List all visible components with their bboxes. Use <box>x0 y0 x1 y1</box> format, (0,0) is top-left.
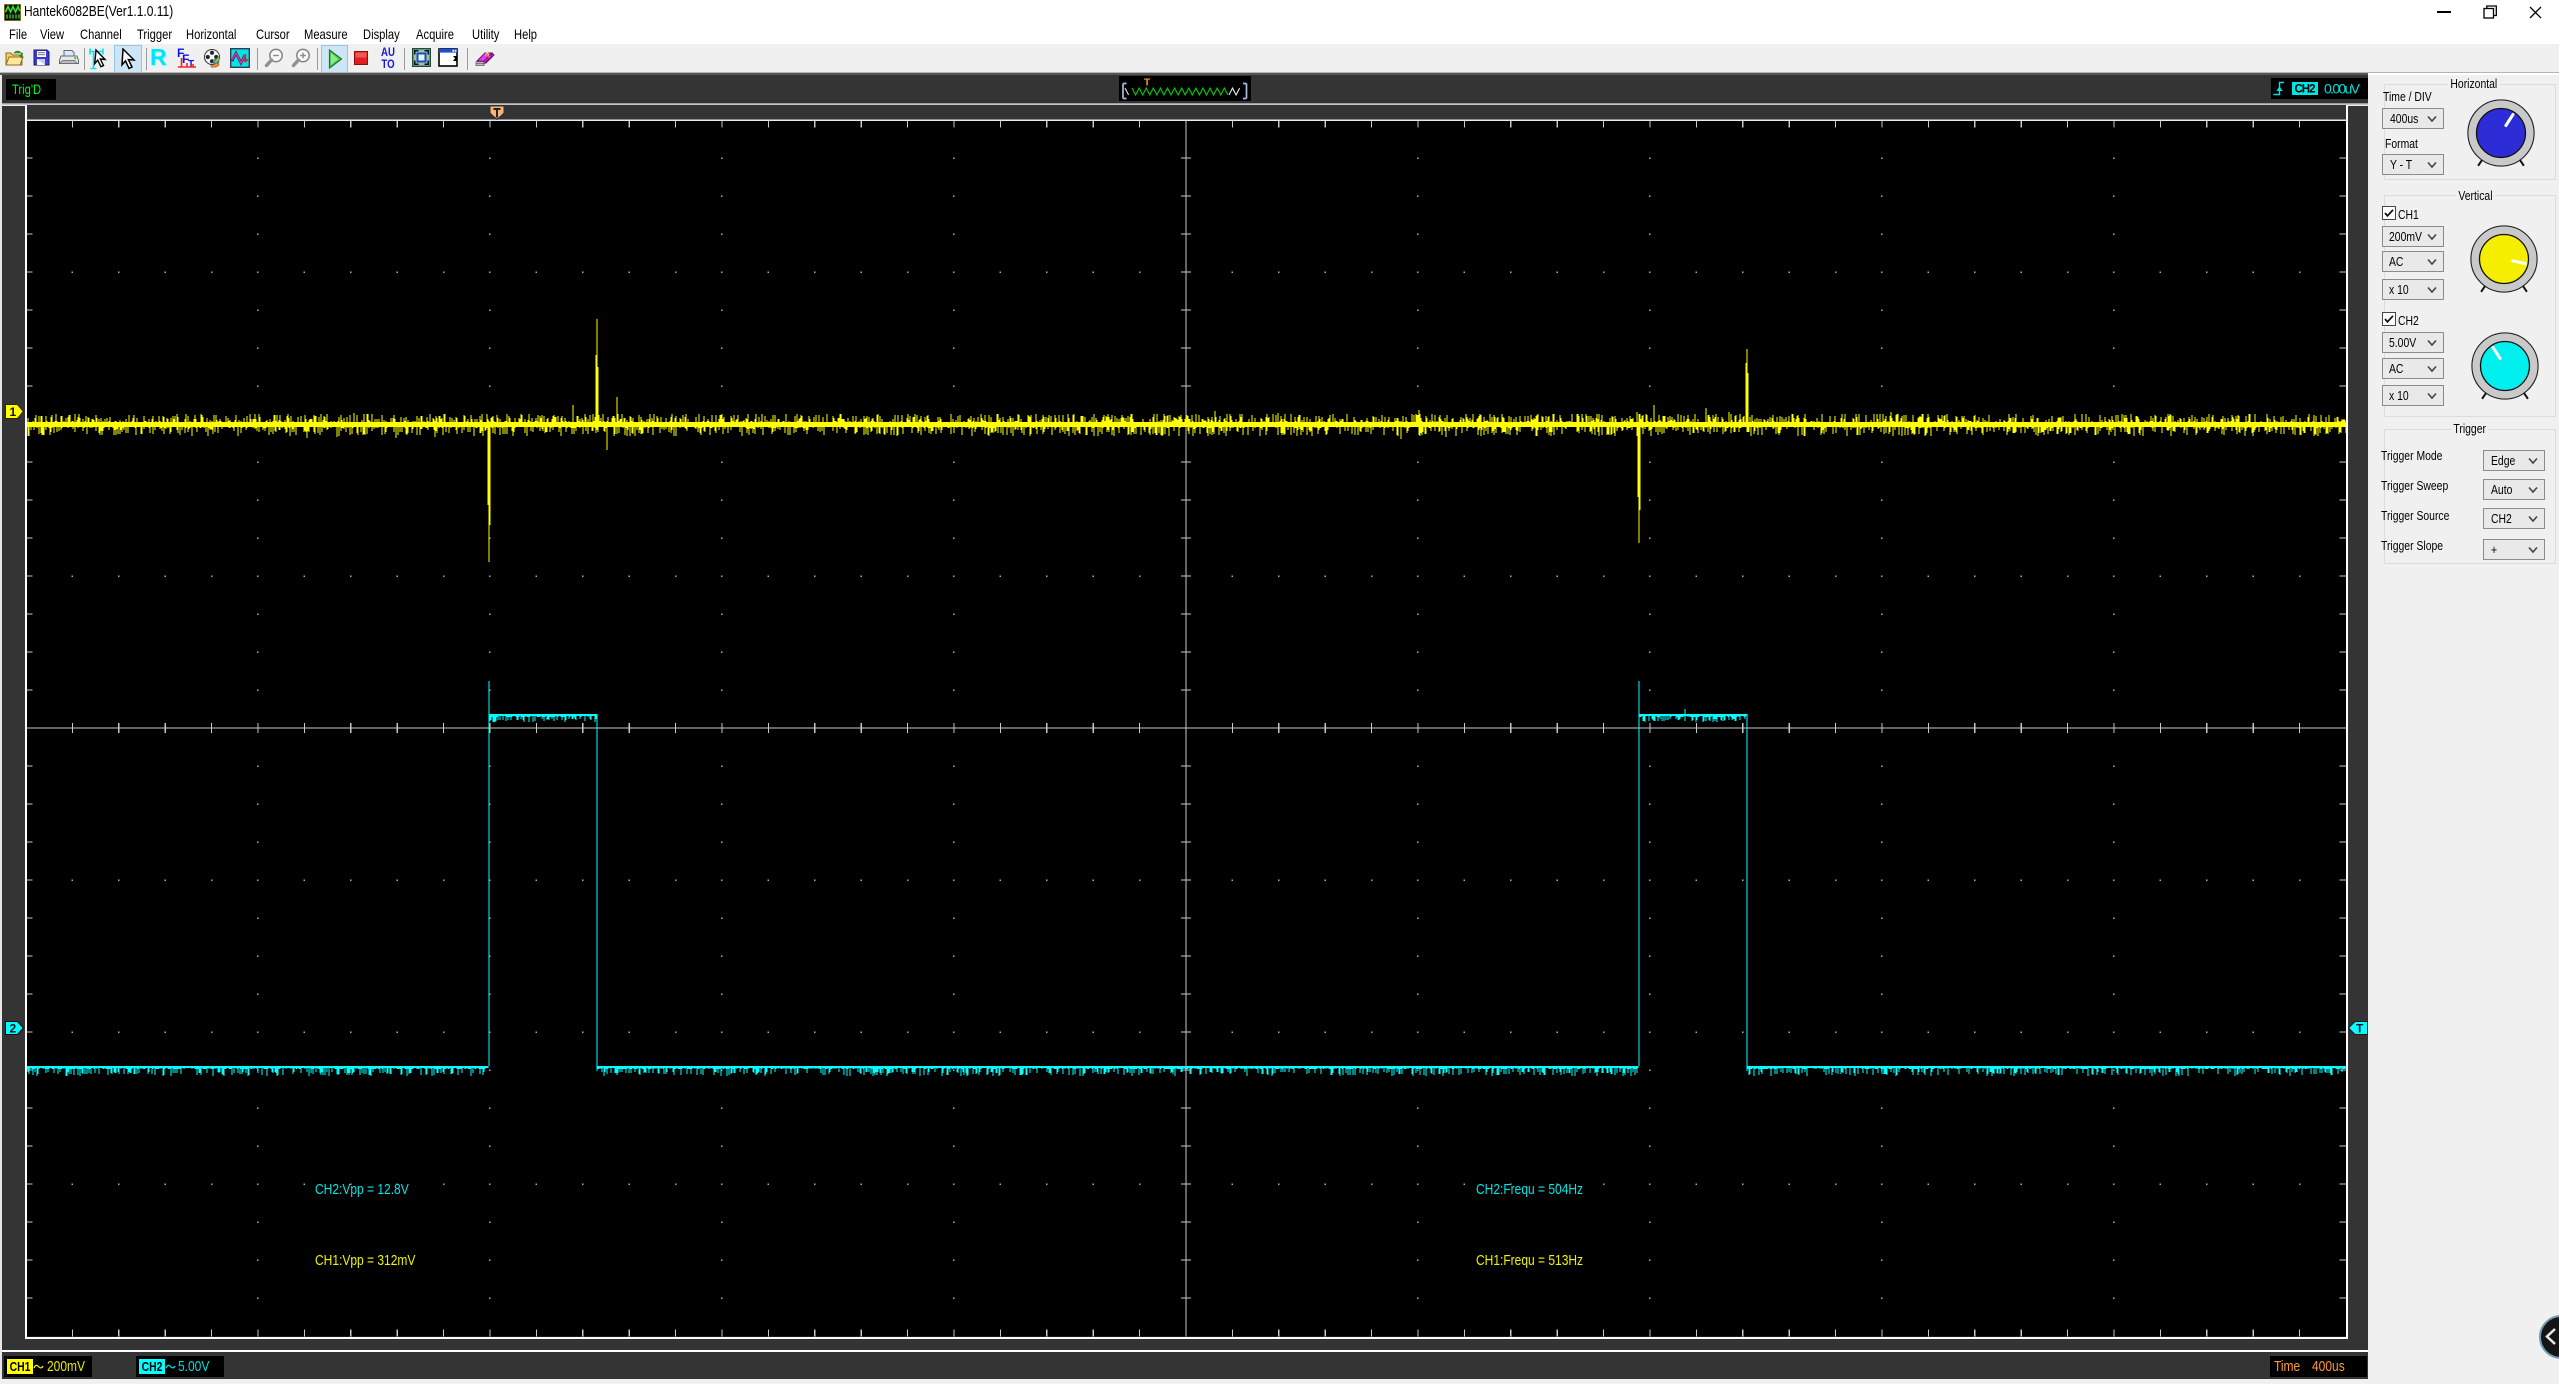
svg-text:T: T <box>1144 78 1150 89</box>
svg-text:1: 1 <box>10 405 17 419</box>
svg-text:2: 2 <box>10 1022 17 1036</box>
svg-text:0.00uV: 0.00uV <box>2324 81 2361 97</box>
svg-text:T: T <box>2356 1022 2364 1036</box>
svg-text:CH2: CH2 <box>2295 84 2316 96</box>
